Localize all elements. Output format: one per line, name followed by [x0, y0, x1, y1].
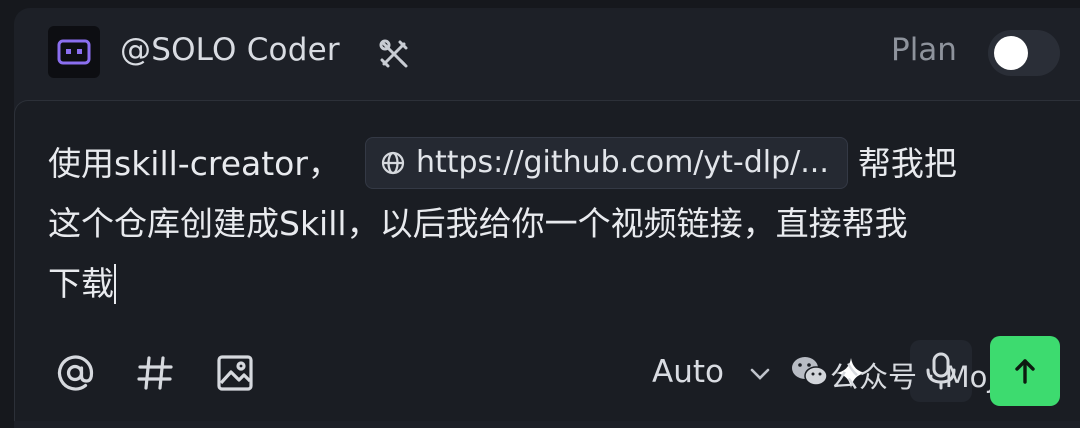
prompt-text[interactable]: 使用skill-creator， https://github.com/yt-dl…	[48, 134, 1058, 314]
chevron-down-icon[interactable]	[748, 362, 772, 386]
plan-label: Plan	[891, 32, 957, 68]
at-icon[interactable]	[54, 352, 96, 394]
agent-name[interactable]: @SOLO Coder	[120, 32, 340, 68]
chat-header: @SOLO Coder Plan	[48, 26, 1068, 80]
prompt-text-segment: 帮我把	[857, 144, 957, 183]
globe-icon	[381, 151, 405, 174]
prompt-line-3: 下载	[48, 254, 1058, 314]
prompt-line-1: 使用skill-creator， https://github.com/yt-dl…	[48, 134, 1058, 194]
link-chip-label: https://github.com/yt-dlp/...	[415, 144, 829, 180]
model-selector[interactable]: Auto	[652, 354, 724, 390]
agent-badge[interactable]	[48, 26, 100, 78]
prompt-line-2: 这个仓库创建成Skill，以后我给你一个视频链接，直接帮我	[48, 204, 908, 243]
robot-icon	[57, 39, 91, 65]
send-button[interactable]	[990, 336, 1060, 406]
toggle-knob	[994, 36, 1028, 70]
input-toolbar: Auto 公众号 · MojoAI	[48, 336, 1068, 406]
prompt-text-segment: 使用skill-creator，	[48, 144, 341, 183]
link-chip[interactable]: https://github.com/yt-dlp/...	[364, 136, 848, 189]
plan-toggle[interactable]	[988, 30, 1060, 76]
arrow-up-icon	[1015, 359, 1035, 384]
tools-icon[interactable]	[376, 36, 412, 72]
prompt-text-segment: 下载	[48, 264, 114, 303]
text-caret	[114, 263, 116, 304]
image-icon[interactable]	[214, 352, 256, 394]
hash-icon[interactable]	[134, 352, 176, 394]
wechat-icon	[792, 357, 828, 386]
